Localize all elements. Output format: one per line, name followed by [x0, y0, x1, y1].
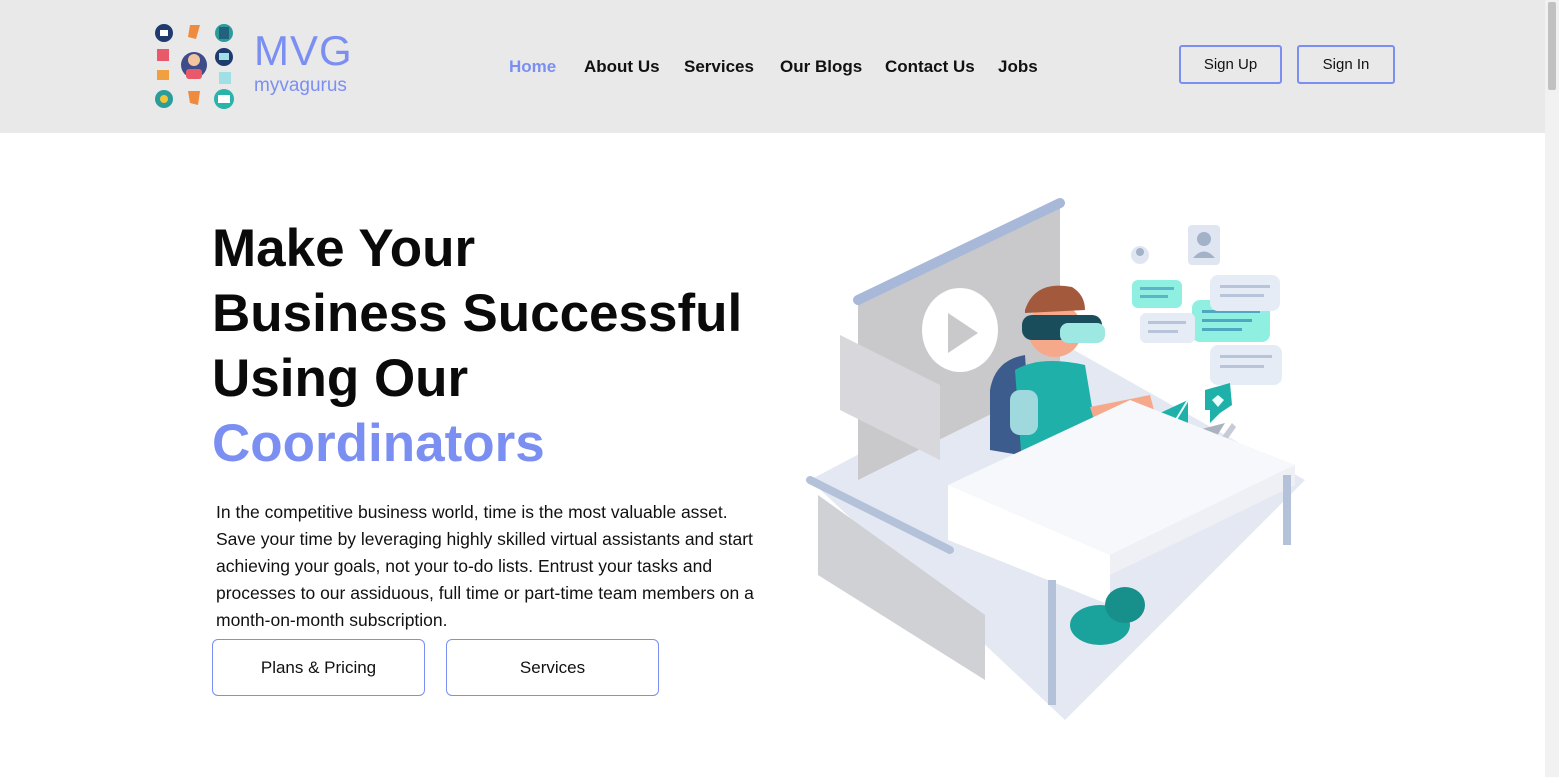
brand-name: MVG	[254, 27, 353, 74]
sign-up-button[interactable]: Sign Up	[1179, 45, 1282, 84]
logo-icon-grid	[155, 24, 234, 109]
hero-description: In the competitive business world, time …	[216, 502, 754, 630]
services-button[interactable]: Services	[446, 639, 659, 696]
hero-title-accent: Coordinators	[212, 414, 545, 473]
nav-home[interactable]: Home	[509, 57, 556, 77]
brand-tagline: myvagurus	[254, 75, 347, 96]
plans-pricing-button[interactable]: Plans & Pricing	[212, 639, 425, 696]
page: MVG myvagurus Home About Us Services Our…	[0, 0, 1559, 777]
hero-title-line-2: Business Successful	[212, 284, 743, 343]
scrollbar-thumb[interactable]	[1548, 2, 1556, 90]
hero-title-line-3: Using Our	[212, 349, 469, 408]
site-header: MVG myvagurus Home About Us Services Our…	[0, 0, 1545, 133]
sign-in-button[interactable]: Sign In	[1297, 45, 1395, 84]
hero-title-line-1: Make Your	[212, 219, 476, 278]
nav-services[interactable]: Services	[684, 57, 754, 77]
brand-logo[interactable]: MVG myvagurus	[153, 22, 363, 114]
vertical-scrollbar[interactable]	[1545, 0, 1559, 777]
nav-jobs[interactable]: Jobs	[998, 57, 1038, 77]
hero-title: Make Your Business Successful Using Our …	[212, 216, 742, 476]
nav-our-blogs[interactable]: Our Blogs	[780, 57, 862, 77]
nav-about-us[interactable]: About Us	[584, 57, 660, 77]
nav-contact-us[interactable]: Contact Us	[885, 57, 975, 77]
virtual-assistant-illustration	[806, 198, 1305, 720]
